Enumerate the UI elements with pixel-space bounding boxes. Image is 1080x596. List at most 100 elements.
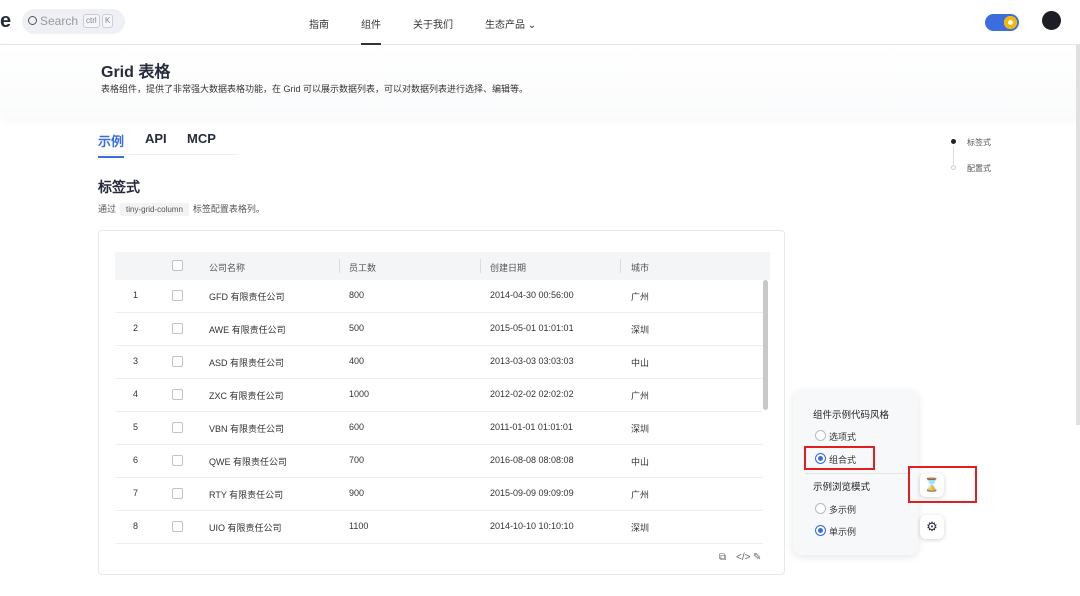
edit-icon[interactable]: ✎ [753, 552, 761, 563]
cell-date: 2015-05-01 01:01:01 [490, 323, 574, 333]
row-checkbox[interactable] [172, 290, 183, 301]
table-row[interactable]: 4 ZXC 有限责任公司 1000 2012-02-02 02:02:02 广州 [115, 379, 763, 412]
cell-city: 广州 [631, 490, 650, 500]
highlight-box [908, 466, 977, 503]
search-input[interactable]: Search ctrl K [22, 9, 125, 34]
cell-city: 广州 [631, 391, 650, 401]
github-icon[interactable] [1042, 11, 1061, 30]
settings-panel: 组件示例代码风格 选项式 组合式 示例浏览模式 多示例 单示例 [793, 390, 918, 555]
theme-toggle[interactable] [985, 14, 1019, 31]
kbd-k: K [102, 14, 114, 28]
panel-divider [805, 473, 910, 474]
row-checkbox[interactable] [172, 356, 183, 367]
cell-index: 8 [133, 521, 139, 531]
cell-index: 4 [133, 389, 139, 399]
row-checkbox[interactable] [172, 422, 183, 433]
code-style-title: 组件示例代码风格 [813, 410, 890, 421]
anchor-dot [951, 165, 956, 170]
table-header: 公司名称 员工数 创建日期 城市 [115, 252, 770, 280]
table-row[interactable]: 5 VBN 有限责任公司 600 2011-01-01 01:01:01 深圳 [115, 412, 763, 445]
col-company[interactable]: 公司名称 [209, 261, 245, 274]
anchor-line [953, 146, 954, 164]
cell-date: 2016-08-08 08:08:08 [490, 455, 574, 465]
table-row[interactable]: 3 ASD 有限责任公司 400 2013-03-03 03:03:03 中山 [115, 346, 763, 379]
code-tag: tiny-grid-column [120, 203, 189, 216]
row-checkbox[interactable] [172, 323, 183, 334]
page-description: 表格组件，提供了非常强大数据表格功能，在 Grid 可以展示数据列表，可以对数据… [101, 84, 529, 94]
cell-employees: 900 [349, 488, 365, 498]
row-checkbox[interactable] [172, 488, 183, 499]
cell-date: 2011-01-01 01:01:01 [490, 422, 573, 432]
table-scrollbar[interactable] [763, 280, 768, 410]
cell-employees: 600 [349, 422, 365, 432]
cell-city: 深圳 [631, 325, 650, 335]
radio-options-api[interactable]: 选项式 [815, 430, 856, 443]
cell-date: 2013-03-03 03:03:03 [490, 356, 574, 366]
anchor-config-style[interactable]: 配置式 [967, 163, 991, 174]
anchor-dot-active [951, 139, 956, 144]
tab-mcp[interactable]: MCP [187, 131, 216, 146]
section-description: 通过 tiny-grid-column 标签配置表格列。 [98, 203, 265, 216]
table-row[interactable]: 1 GFD 有限责任公司 800 2014-04-30 00:56:00 广州 [115, 280, 763, 313]
search-icon [28, 16, 37, 25]
col-date[interactable]: 创建日期 [490, 261, 526, 274]
row-checkbox[interactable] [172, 455, 183, 466]
cell-employees: 400 [349, 356, 365, 366]
cell-employees: 800 [349, 290, 365, 300]
cell-city: 深圳 [631, 424, 650, 434]
tab-api[interactable]: API [145, 131, 167, 146]
cell-company: UIO 有限责任公司 [209, 523, 282, 533]
browse-mode-title: 示例浏览模式 [813, 482, 871, 493]
table-row[interactable]: 2 AWE 有限责任公司 500 2015-05-01 01:01:01 深圳 [115, 313, 763, 346]
chevron-down-icon: ⌄ [527, 20, 537, 31]
cell-index: 2 [133, 323, 139, 333]
page-title: Grid 表格 [101, 64, 171, 81]
row-checkbox[interactable] [172, 389, 183, 400]
cell-date: 2014-10-10 10:10:10 [490, 521, 574, 531]
cell-employees: 1000 [349, 389, 370, 399]
cell-company: GFD 有限责任公司 [209, 292, 285, 302]
radio-single-example[interactable]: 单示例 [815, 525, 856, 538]
cell-date: 2014-04-30 00:56:00 [490, 290, 574, 300]
anchor-tag-style[interactable]: 标签式 [967, 137, 991, 148]
nav-guide[interactable]: 指南 [309, 16, 329, 31]
cell-date: 2012-02-02 02:02:02 [490, 389, 574, 399]
nav-about[interactable]: 关于我们 [413, 16, 453, 31]
col-city[interactable]: 城市 [631, 261, 649, 274]
select-all-checkbox[interactable] [172, 260, 183, 271]
cell-city: 广州 [631, 292, 650, 302]
cell-company: AWE 有限责任公司 [209, 325, 286, 335]
cell-company: QWE 有限责任公司 [209, 457, 287, 467]
top-header [0, 0, 1080, 45]
table-row[interactable]: 6 QWE 有限责任公司 700 2016-08-08 08:08:08 中山 [115, 445, 763, 478]
col-employees[interactable]: 员工数 [349, 261, 376, 274]
copy-icon[interactable]: ⧉ [719, 552, 726, 563]
cell-employees: 700 [349, 455, 365, 465]
cell-city: 中山 [631, 358, 650, 368]
page-scrollbar[interactable] [1076, 45, 1080, 425]
cell-index: 3 [133, 356, 139, 366]
cell-index: 6 [133, 455, 139, 465]
row-checkbox[interactable] [172, 521, 183, 532]
table-row[interactable]: 7 RTY 有限责任公司 900 2015-09-09 09:09:09 广州 [115, 478, 763, 511]
gear-icon: ⚙ [926, 519, 938, 534]
cell-date: 2015-09-09 09:09:09 [490, 488, 574, 498]
code-icon[interactable]: </> [736, 552, 750, 563]
cell-city: 中山 [631, 457, 650, 467]
cell-company: ASD 有限责任公司 [209, 358, 285, 368]
settings-button[interactable]: ⚙ [920, 515, 944, 539]
logo[interactable]: e [0, 10, 11, 33]
nav-ecosystem[interactable]: 生态产品 ⌄ [485, 16, 536, 31]
cell-company: VBN 有限责任公司 [209, 424, 285, 434]
cell-employees: 1100 [349, 521, 369, 531]
highlight-box [804, 446, 875, 470]
cell-index: 5 [133, 422, 139, 432]
cell-company: RTY 有限责任公司 [209, 490, 284, 500]
table-row[interactable]: 8 UIO 有限责任公司 1100 2014-10-10 10:10:10 深圳 [115, 511, 763, 544]
tab-divider [98, 154, 238, 155]
kbd-ctrl: ctrl [83, 14, 100, 28]
radio-multi-example[interactable]: 多示例 [815, 503, 856, 516]
section-title: 标签式 [98, 179, 140, 195]
nav-components[interactable]: 组件 [361, 16, 381, 45]
cell-employees: 500 [349, 323, 365, 333]
